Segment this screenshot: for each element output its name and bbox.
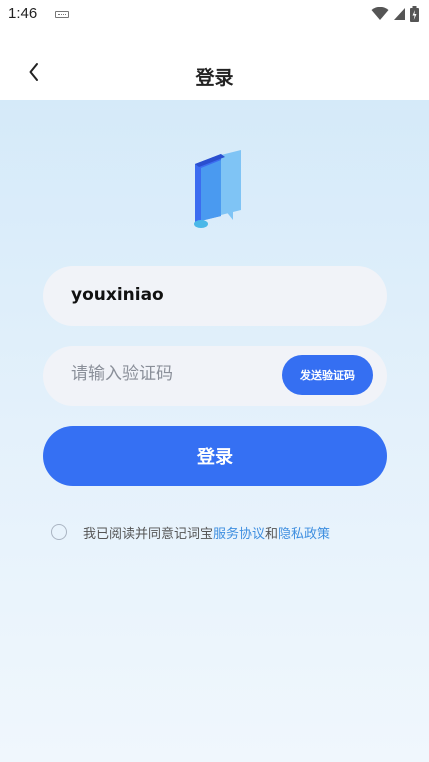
agreement-prefix: 我已阅读并同意记词宝: [83, 526, 214, 542]
service-agreement-link[interactable]: 服务协议: [213, 523, 265, 542]
agreement-and: 和: [265, 526, 279, 542]
wifi-icon: [371, 7, 389, 20]
agreement-checkbox[interactable]: [51, 524, 67, 540]
login-button[interactable]: 登录: [43, 426, 387, 486]
app-bar: 登录: [0, 30, 429, 100]
username-input[interactable]: [71, 285, 351, 305]
book-logo-icon: [194, 150, 241, 228]
agreement-row: 我已阅读并同意记词宝 服务协议 和 隐私政策: [51, 522, 330, 542]
privacy-policy-link[interactable]: 隐私政策: [278, 523, 330, 542]
username-field[interactable]: [43, 266, 387, 326]
status-icons: [371, 6, 419, 22]
verification-code-field[interactable]: 发送验证码: [43, 346, 387, 406]
status-time: 1:46: [8, 5, 38, 22]
signal-icon: [394, 8, 405, 20]
battery-icon: [410, 6, 419, 22]
send-code-button[interactable]: 发送验证码: [282, 355, 373, 395]
keyboard-icon: [55, 11, 69, 18]
verification-code-input[interactable]: [71, 364, 271, 384]
status-bar: 1:46: [0, 0, 429, 30]
page-title: 登录: [195, 67, 234, 89]
login-content: 发送验证码 登录 我已阅读并同意记词宝 服务协议 和 隐私政策: [0, 100, 429, 762]
